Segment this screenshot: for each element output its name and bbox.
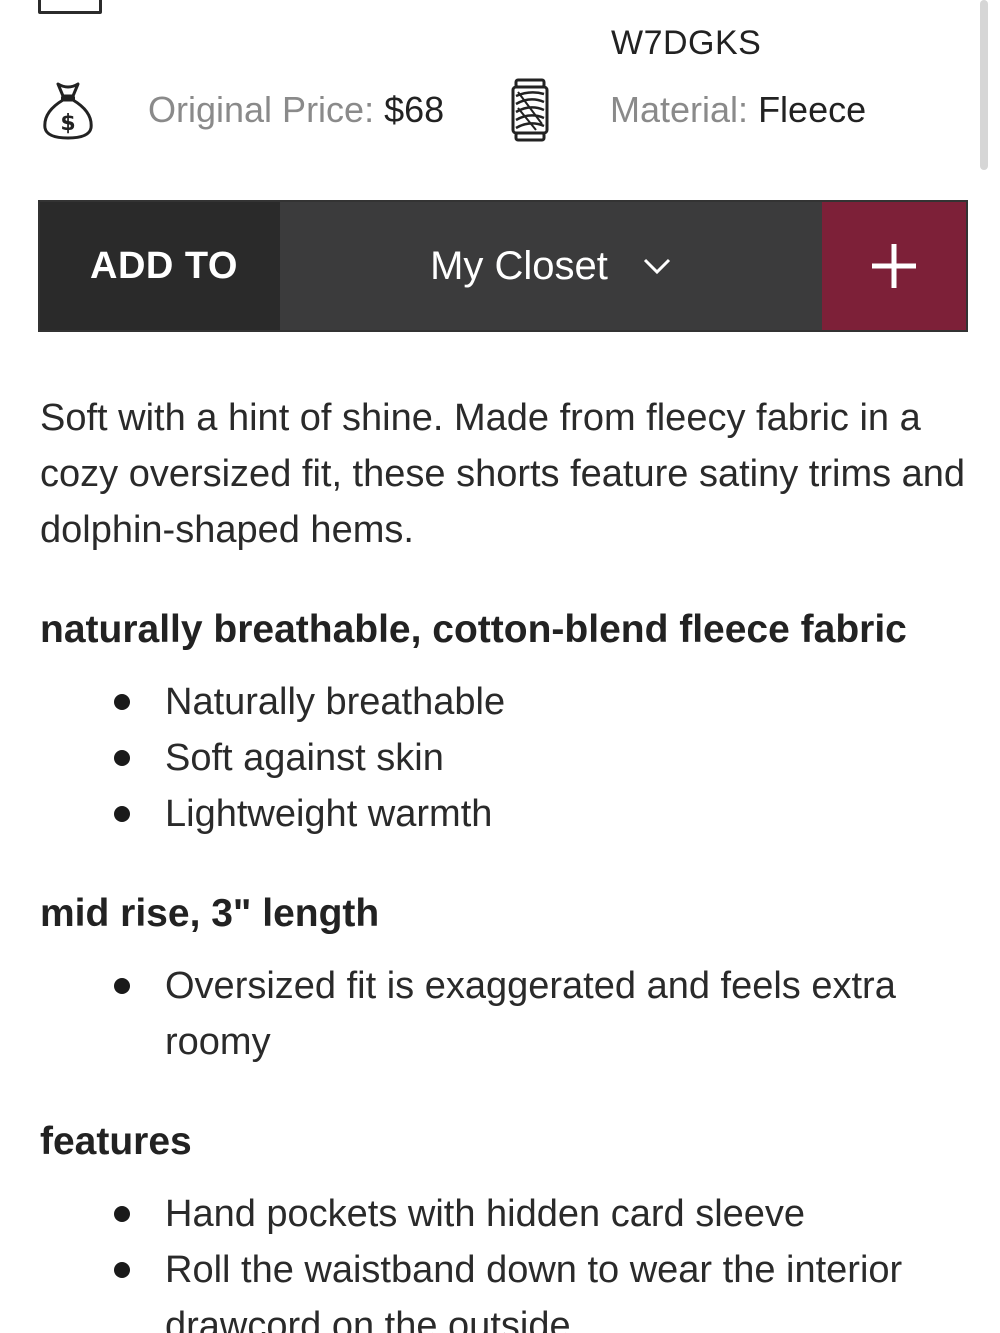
plus-icon [872, 244, 916, 288]
original-price-value: $68 [384, 89, 445, 130]
bullet-dot [114, 806, 130, 822]
selected-list-label: My Closet [430, 243, 608, 288]
bullet-dot [114, 978, 130, 994]
bullet-dot [114, 694, 130, 710]
add-to-list-bar: ADD TO My Closet [38, 200, 968, 332]
list-item: Naturally breathable [110, 674, 970, 730]
money-bag-icon: $ [38, 78, 98, 142]
section-title-fabric: naturally breathable, cotton-blend fleec… [40, 608, 907, 651]
section-title-features: features [40, 1120, 192, 1163]
section-title-fit: mid rise, 3" length [40, 892, 380, 935]
list-item: Roll the waistband down to wear the inte… [110, 1242, 970, 1333]
list-item: Soft against skin [110, 730, 970, 786]
product-description: Soft with a hint of shine. Made from fle… [40, 397, 966, 551]
add-button[interactable] [822, 202, 966, 330]
product-details-page: W7DGKS $ Original Price: $68 Material: F… [0, 0, 1000, 1333]
material-label: Material: [610, 89, 749, 130]
material-row: Material: Fleece [500, 78, 866, 142]
bullet-dot [114, 1206, 130, 1222]
original-price-row: $ Original Price: $68 [38, 78, 444, 142]
list-item: Oversized fit is exaggerated and feels e… [110, 958, 970, 1070]
fabric-bullet-list: Naturally breathable Soft against skin L… [110, 674, 970, 842]
fit-bullet-list: Oversized fit is exaggerated and feels e… [110, 958, 970, 1070]
list-item: Hand pockets with hidden card sleeve [110, 1186, 970, 1242]
bullet-dot [114, 1262, 130, 1278]
magnifier-icon [510, 0, 570, 19]
size-icon [38, 0, 102, 14]
scrollbar[interactable] [980, 0, 988, 170]
thread-spool-icon [500, 78, 560, 142]
features-bullet-list: Hand pockets with hidden card sleeve Rol… [110, 1186, 970, 1333]
sku-value: W7DGKS [611, 24, 762, 62]
bullet-dot [114, 750, 130, 766]
chevron-down-icon [642, 257, 672, 275]
material-value: Fleece [758, 89, 867, 130]
add-to-label: ADD TO [40, 202, 280, 330]
svg-text:$: $ [60, 111, 75, 136]
original-price-label: Original Price: [148, 89, 375, 130]
list-select-dropdown[interactable]: My Closet [280, 202, 822, 330]
list-item: Lightweight warmth [110, 786, 970, 842]
